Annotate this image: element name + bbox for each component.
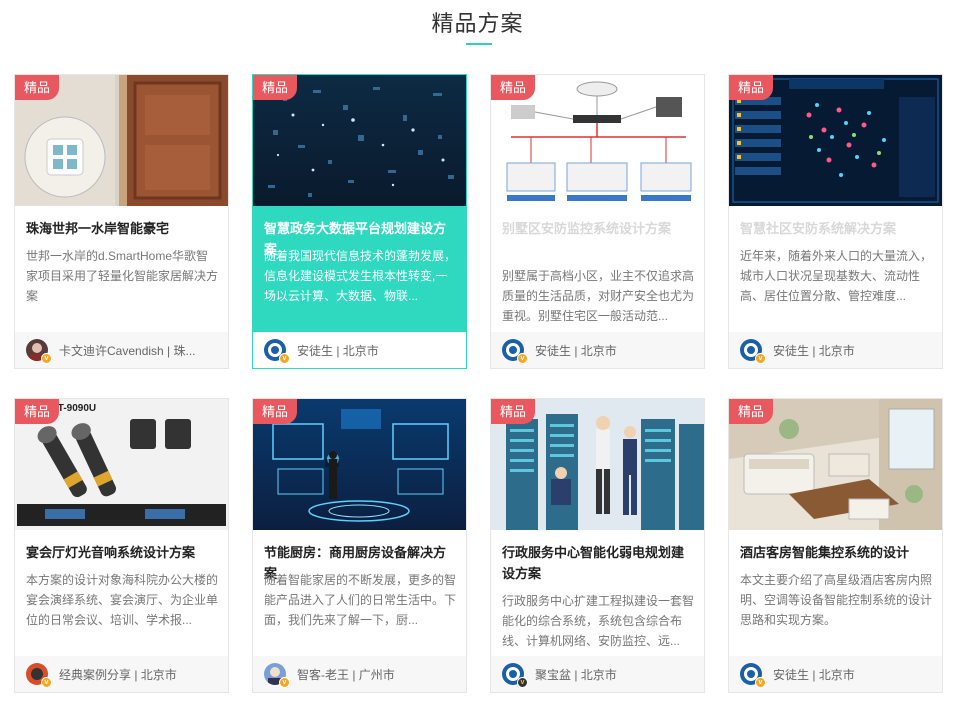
premium-badge: 精品	[729, 75, 773, 100]
author-name[interactable]: 智客-老王 | 广州市	[297, 666, 459, 683]
vip-icon: v	[517, 677, 528, 688]
card-author-bar[interactable]: v 安徒生 | 北京市	[729, 332, 942, 368]
vip-icon: v	[755, 677, 766, 688]
card-title[interactable]: 别墅区安防监控系统设计方案	[502, 218, 694, 239]
solution-card[interactable]: 4CT-9090U 精品 宴会厅灯光音响系统设计方案 本方案的设计对象海科院办公…	[14, 398, 229, 693]
premium-badge: 精品	[253, 399, 297, 424]
card-title[interactable]: 智慧社区安防系统解决方案	[740, 218, 932, 239]
card-description: 本方案的设计对象海科院办公大楼的宴会演绎系统、宴会演厅、为企业单位的日常会议、培…	[26, 573, 218, 627]
author-name[interactable]: 经典案例分享 | 北京市	[59, 666, 221, 683]
card-description: 近年来，随着外来人口的大量流入，城市人口状况呈现基数大、流动性高、居住位置分散、…	[740, 249, 932, 303]
premium-badge: 精品	[729, 399, 773, 424]
solution-card[interactable]: 精品 智慧政务大数据平台规划建设方案 随着我国现代信息技术的蓬勃发展，信息化建设…	[252, 74, 467, 369]
card-description: 本文主要介绍了高星级酒店客房内照明、空调等设备智能控制系统的设计思路和实现方案。	[740, 573, 932, 627]
card-description: 世邦一水岸的d.SmartHome华歌智家项目采用了轻量化智能家居解决方案	[26, 249, 218, 303]
solution-card[interactable]: 精品 别墅区安防监控系统设计方案 别墅属于高档小区，业主不仅追求高质量的生活品质…	[490, 74, 705, 369]
premium-badge: 精品	[253, 75, 297, 100]
author-name[interactable]: 聚宝盆 | 北京市	[535, 666, 697, 683]
author-name[interactable]: 卡文迪许Cavendish | 珠...	[59, 342, 221, 359]
title-underline	[466, 43, 492, 45]
author-name[interactable]: 安徒生 | 北京市	[773, 666, 935, 683]
premium-badge: 精品	[491, 75, 535, 100]
card-description: 随着智能家居的不断发展，更多的智能产品进入了人们的日常生活中。下面，我们先来了解…	[264, 573, 456, 627]
card-description: 别墅属于高档小区，业主不仅追求高质量的生活品质，对财产安全也尤为重视。别墅住宅区…	[502, 269, 694, 323]
premium-badge: 精品	[491, 399, 535, 424]
card-author-bar[interactable]: v 卡文迪许Cavendish | 珠...	[15, 332, 228, 368]
solution-card[interactable]: 精品 珠海世邦一水岸智能豪宅 世邦一水岸的d.SmartHome华歌智家项目采用…	[14, 74, 229, 369]
vip-icon: v	[41, 353, 52, 364]
vip-icon: v	[517, 353, 528, 364]
solution-card[interactable]: 精品 智慧社区安防系统解决方案 近年来，随着外来人口的大量流入，城市人口状况呈现…	[728, 74, 943, 369]
vip-icon: v	[41, 677, 52, 688]
solution-card[interactable]: 精品 节能厨房：商用厨房设备解决方案 随着智能家居的不断发展，更多的智能产品进入…	[252, 398, 467, 693]
card-author-bar[interactable]: v 安徒生 | 北京市	[253, 332, 466, 368]
vip-icon: v	[279, 353, 290, 364]
author-name[interactable]: 安徒生 | 北京市	[535, 342, 697, 359]
card-author-bar[interactable]: v 智客-老王 | 广州市	[253, 656, 466, 692]
premium-badge: 精品	[15, 399, 59, 424]
card-author-bar[interactable]: v 聚宝盆 | 北京市	[491, 656, 704, 692]
solution-card[interactable]: 精品 行政服务中心智能化弱电规划建设方案 行政服务中心扩建工程拟建设一套智能化的…	[490, 398, 705, 693]
card-description: 随着我国现代信息技术的蓬勃发展，信息化建设模式发生根本性转变,一场以云计算、大数…	[264, 249, 456, 303]
card-author-bar[interactable]: v 安徒生 | 北京市	[491, 332, 704, 368]
author-name[interactable]: 安徒生 | 北京市	[773, 342, 935, 359]
solution-card[interactable]: 精品 酒店客房智能集控系统的设计 本文主要介绍了高星级酒店客房内照明、空调等设备…	[728, 398, 943, 693]
card-author-bar[interactable]: v 经典案例分享 | 北京市	[15, 656, 228, 692]
vip-icon: v	[279, 677, 290, 688]
card-title[interactable]: 宴会厅灯光音响系统设计方案	[26, 542, 218, 563]
card-description: 行政服务中心扩建工程拟建设一套智能化的综合系统，系统包含综合布线、计算机网络、安…	[502, 594, 694, 648]
card-title[interactable]: 酒店客房智能集控系统的设计	[740, 542, 932, 563]
author-name[interactable]: 安徒生 | 北京市	[297, 342, 459, 359]
premium-badge: 精品	[15, 75, 59, 100]
card-title[interactable]: 珠海世邦一水岸智能豪宅	[26, 218, 218, 239]
card-title[interactable]: 行政服务中心智能化弱电规划建设方案	[502, 542, 694, 584]
vip-icon: v	[755, 353, 766, 364]
card-author-bar[interactable]: v 安徒生 | 北京市	[729, 656, 942, 692]
section-title: 精品方案	[431, 11, 524, 36]
